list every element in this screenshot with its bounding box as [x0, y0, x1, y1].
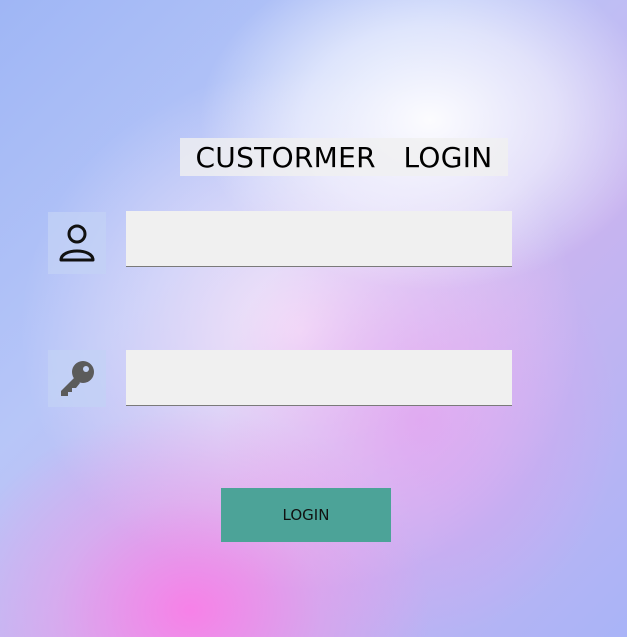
key-icon-box [48, 350, 106, 407]
user-icon-box [48, 212, 106, 274]
user-icon [59, 224, 95, 262]
password-field[interactable] [126, 350, 512, 406]
login-button[interactable]: LOGIN [221, 488, 391, 542]
username-field[interactable] [126, 211, 512, 267]
page-title: CUSTORMER LOGIN [180, 138, 508, 176]
key-icon [61, 360, 94, 396]
